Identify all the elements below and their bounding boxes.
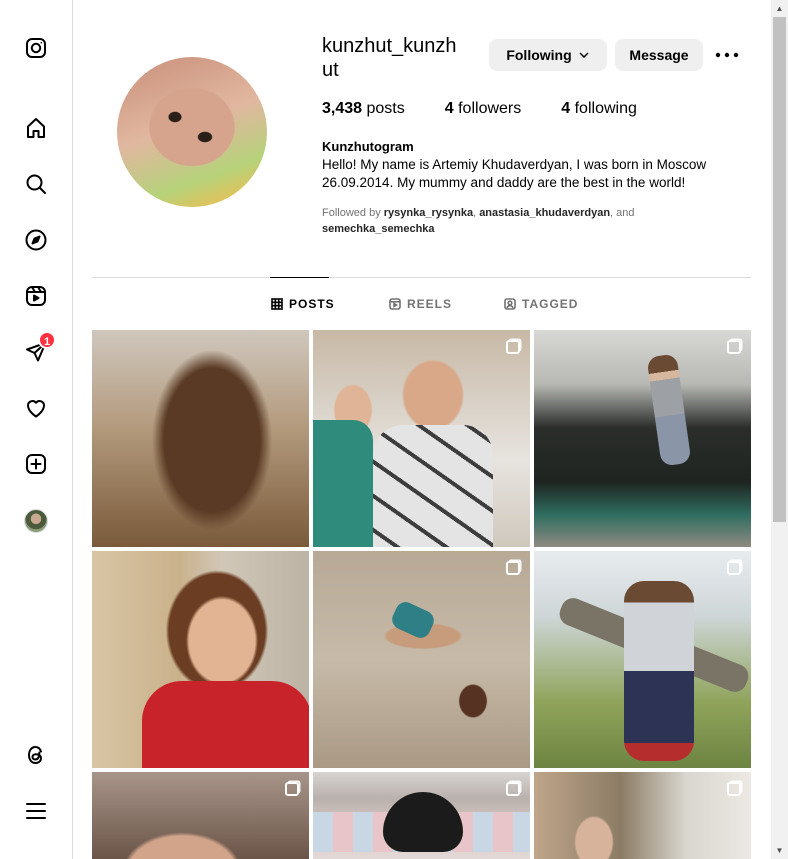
grid-icon xyxy=(271,298,283,310)
chevron-down-icon xyxy=(579,52,589,59)
tab-tagged-label: TAGGED xyxy=(522,297,579,311)
tab-reels[interactable]: REELS xyxy=(389,297,452,311)
post-thumbnail-7[interactable] xyxy=(92,772,309,859)
following-button[interactable]: Following xyxy=(489,39,607,71)
tab-posts-label: POSTS xyxy=(289,297,335,311)
active-tab-indicator xyxy=(270,277,329,278)
scroll-down-arrow-icon[interactable]: ▼ xyxy=(771,842,788,859)
posts-stat: 3,438 posts xyxy=(322,100,405,118)
post-thumbnail-9[interactable] xyxy=(534,772,751,859)
create-plus-icon[interactable] xyxy=(23,451,49,477)
instagram-logo-icon[interactable] xyxy=(23,35,49,61)
message-label: Message xyxy=(629,47,689,63)
menu-icon[interactable] xyxy=(23,798,49,824)
vertical-scrollbar[interactable]: ▲ ▼ xyxy=(771,0,788,859)
explore-compass-icon[interactable] xyxy=(23,227,49,253)
followed-by-prefix: Followed by xyxy=(322,207,381,219)
followers-stat[interactable]: 4 followers xyxy=(445,100,522,118)
following-count: 4 xyxy=(561,100,571,117)
following-stat[interactable]: 4 following xyxy=(561,100,637,118)
post-thumbnail-8[interactable] xyxy=(313,772,530,859)
profile-bio: Hello! My name is Artemiy Khudaverdyan, … xyxy=(322,157,707,190)
following-label: Following xyxy=(506,47,572,63)
profile-picture[interactable] xyxy=(117,57,267,207)
home-icon[interactable] xyxy=(23,115,49,141)
message-button[interactable]: Message xyxy=(615,39,703,71)
multi-photo-icon xyxy=(506,561,520,575)
search-icon[interactable] xyxy=(23,171,49,197)
post-thumbnail-5[interactable] xyxy=(313,551,530,768)
tab-reels-label: REELS xyxy=(407,297,453,311)
more-options-button[interactable] xyxy=(715,44,739,66)
multi-photo-icon xyxy=(727,340,741,354)
followed-by-and: , and xyxy=(610,207,635,219)
scrollbar-thumb[interactable] xyxy=(773,17,786,522)
multi-photo-icon xyxy=(506,782,520,796)
profile-stats: 3,438 posts 4 followers 4 following xyxy=(322,100,677,118)
posts-count: 3,438 xyxy=(322,100,363,117)
multi-photo-icon xyxy=(506,340,520,354)
tagged-icon xyxy=(504,298,516,310)
followed-by-text: Followed by rysynka_rysynka, anastasia_k… xyxy=(322,205,742,237)
multi-photo-icon xyxy=(727,561,741,575)
profile-display-name: Kunzhutogram xyxy=(322,139,414,154)
reels-icon[interactable] xyxy=(23,283,49,309)
post-thumbnail-4[interactable] xyxy=(92,551,309,768)
multi-photo-icon xyxy=(285,782,299,796)
post-thumbnail-2[interactable] xyxy=(313,330,530,547)
tabs-divider xyxy=(92,277,751,278)
post-thumbnail-3[interactable] xyxy=(534,330,751,547)
reels-tab-icon xyxy=(389,298,401,310)
following-stat-label: following xyxy=(574,100,637,117)
followed-by-user-1[interactable]: rysynka_rysynka xyxy=(384,207,473,219)
followers-count: 4 xyxy=(444,100,454,117)
messages-icon[interactable]: 1 xyxy=(23,331,56,365)
post-thumbnail-1[interactable] xyxy=(92,330,309,547)
tab-posts[interactable]: POSTS xyxy=(271,297,335,311)
threads-icon[interactable] xyxy=(23,742,49,768)
more-dots-icon xyxy=(715,52,739,58)
scroll-up-arrow-icon[interactable]: ▲ xyxy=(771,0,788,17)
profile-username: kunzhut_kunzhut xyxy=(322,35,457,81)
notification-badge: 1 xyxy=(38,331,56,349)
followed-by-separator: , xyxy=(473,207,477,219)
multi-photo-icon xyxy=(727,782,741,796)
posts-label: posts xyxy=(366,100,405,117)
followed-by-user-3[interactable]: semechka_semechka xyxy=(322,223,435,235)
left-sidebar: 1 xyxy=(0,0,73,859)
followers-label: followers xyxy=(458,100,522,117)
profile-avatar[interactable] xyxy=(24,509,48,533)
post-thumbnail-6[interactable] xyxy=(534,551,751,768)
tab-tagged[interactable]: TAGGED xyxy=(504,297,578,311)
followed-by-user-2[interactable]: anastasia_khudaverdyan xyxy=(479,207,610,219)
heart-icon[interactable] xyxy=(23,395,49,421)
